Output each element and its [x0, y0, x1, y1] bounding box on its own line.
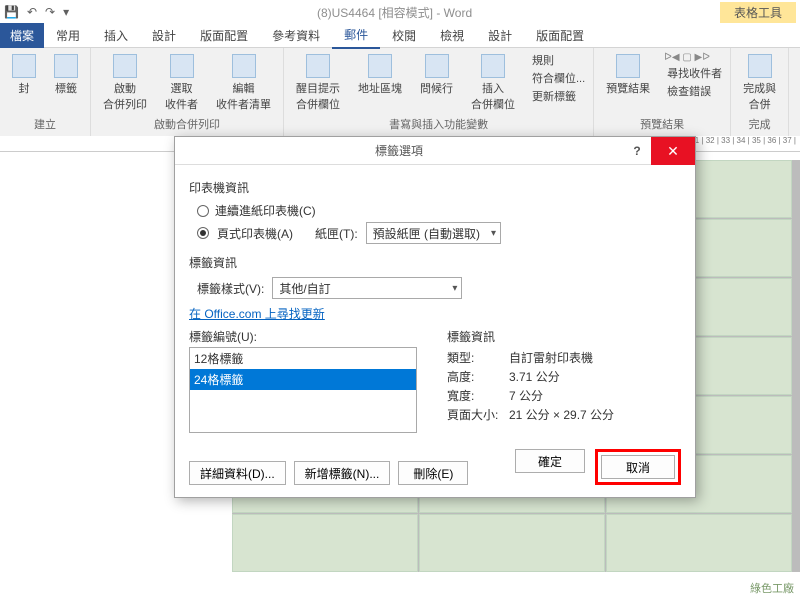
- radio-continuous-label: 連續進紙印表機(C): [215, 202, 316, 219]
- start-merge-button[interactable]: 啟動 合併列印: [99, 52, 151, 114]
- vendor-label: 標籤樣式(V):: [197, 280, 264, 297]
- tab-insert[interactable]: 插入: [92, 23, 140, 48]
- tab-references[interactable]: 參考資料: [260, 23, 332, 48]
- group-label: 書寫與插入功能變數: [389, 116, 488, 132]
- tab-mailings[interactable]: 郵件: [332, 22, 380, 49]
- quick-access-toolbar: 💾 ↶ ↷ ▾: [4, 5, 69, 19]
- dialog-titlebar[interactable]: 標籤選項 ? ✕: [175, 137, 695, 165]
- close-button[interactable]: ✕: [651, 137, 695, 165]
- radio-page-printer[interactable]: [197, 227, 209, 239]
- highlight-icon: [306, 54, 330, 78]
- group-label: 建立: [34, 116, 56, 132]
- highlight-fields-button[interactable]: 醒目提示 合併欄位: [292, 52, 344, 114]
- tab-view[interactable]: 檢視: [428, 23, 476, 48]
- product-number-label: 標籤編號(U):: [189, 328, 417, 345]
- nav-record-buttons[interactable]: ᐅ◀ ▢ ▶ᐅ: [664, 52, 722, 63]
- label-details-heading: 標籤資訊: [447, 328, 614, 345]
- list-item[interactable]: 12格標籤: [190, 348, 416, 369]
- labels-button[interactable]: 標籤: [50, 52, 82, 98]
- office-updates-link[interactable]: 在 Office.com 上尋找更新: [189, 307, 325, 321]
- ribbon: 封 標籤 建立 啟動 合併列印 選取 收件者 編輯 收件者清單 啟動合併列印 醒…: [0, 48, 800, 136]
- annotation-highlight: 取消: [595, 449, 681, 485]
- tab-design[interactable]: 設計: [140, 23, 188, 48]
- ribbon-tabs: 檔案 常用 插入 設計 版面配置 參考資料 郵件 校閱 檢視 設計 版面配置: [0, 24, 800, 48]
- ok-button[interactable]: 確定: [515, 449, 585, 473]
- label-icon: [54, 54, 78, 78]
- tab-table-design[interactable]: 設計: [476, 23, 524, 48]
- save-icon[interactable]: 💾: [4, 5, 19, 19]
- finish-merge-button[interactable]: 完成與 合併: [739, 52, 780, 114]
- label-cell[interactable]: [419, 514, 605, 572]
- group-label: 完成: [749, 116, 771, 132]
- check-errors-button[interactable]: 檢查錯誤: [664, 83, 722, 99]
- envelopes-button[interactable]: 封: [8, 52, 40, 98]
- tab-review[interactable]: 校閱: [380, 23, 428, 48]
- label-info-heading: 標籤資訊: [189, 254, 681, 271]
- ribbon-group-start-merge: 啟動 合併列印 選取 收件者 編輯 收件者清單 啟動合併列印: [91, 48, 284, 136]
- ribbon-group-preview: 預覽結果 ᐅ◀ ▢ ▶ᐅ 尋找收件者 檢查錯誤 預覽結果: [594, 48, 731, 136]
- envelope-icon: [12, 54, 36, 78]
- edit-recipients-button[interactable]: 編輯 收件者清單: [212, 52, 275, 114]
- chevron-down-icon[interactable]: ▾: [63, 5, 69, 19]
- match-fields-button[interactable]: 符合欄位...: [529, 70, 585, 86]
- label-cell[interactable]: [606, 514, 792, 572]
- preview-results-button[interactable]: 預覽結果: [602, 52, 654, 98]
- product-number-list[interactable]: 12格標籤 24格標籤: [189, 347, 417, 433]
- rules-button[interactable]: 規則: [529, 52, 585, 68]
- insert-field-button[interactable]: 插入 合併欄位: [467, 52, 519, 114]
- tab-table-layout[interactable]: 版面配置: [524, 23, 596, 48]
- update-labels-button[interactable]: 更新標籤: [529, 88, 585, 104]
- context-tab-table-tools: 表格工具: [720, 2, 796, 23]
- field-icon: [481, 54, 505, 78]
- edit-list-icon: [232, 54, 256, 78]
- group-label: 預覽結果: [640, 116, 684, 132]
- title-bar: 💾 ↶ ↷ ▾ (8)US4464 [相容模式] - Word 表格工具: [0, 0, 800, 24]
- address-icon: [368, 54, 392, 78]
- cancel-button[interactable]: 取消: [601, 455, 675, 479]
- list-item[interactable]: 24格標籤: [190, 369, 416, 390]
- radio-continuous-printer[interactable]: [197, 205, 209, 217]
- ribbon-group-create: 封 標籤 建立: [0, 48, 91, 136]
- printer-info-heading: 印表機資訊: [189, 179, 681, 196]
- label-details-grid: 類型:自訂雷射印表機 高度:3.71 公分 寬度:7 公分 頁面大小:21 公分…: [447, 349, 614, 423]
- address-block-button[interactable]: 地址區塊: [354, 52, 406, 98]
- tab-home[interactable]: 常用: [44, 23, 92, 48]
- ribbon-group-finish: 完成與 合併 完成: [731, 48, 789, 136]
- document-title: (8)US4464 [相容模式] - Word: [77, 4, 712, 21]
- preview-icon: [616, 54, 640, 78]
- select-recipients-button[interactable]: 選取 收件者: [161, 52, 202, 114]
- help-button[interactable]: ?: [623, 144, 651, 158]
- tab-layout[interactable]: 版面配置: [188, 23, 260, 48]
- group-label: 啟動合併列印: [154, 116, 220, 132]
- tab-file[interactable]: 檔案: [0, 23, 44, 48]
- delete-button[interactable]: 刪除(E): [398, 461, 468, 485]
- greeting-icon: [425, 54, 449, 78]
- greeting-line-button[interactable]: 問候行: [416, 52, 457, 98]
- vendor-select[interactable]: 其他/自訂: [272, 277, 462, 299]
- new-label-button[interactable]: 新增標籤(N)...: [294, 461, 391, 485]
- tray-select[interactable]: 預設紙匣 (自動選取): [366, 222, 501, 244]
- recipients-icon: [170, 54, 194, 78]
- radio-page-label: 頁式印表機(A): [217, 225, 293, 242]
- dialog-title-text: 標籤選項: [175, 142, 623, 159]
- label-options-dialog: 標籤選項 ? ✕ 印表機資訊 連續進紙印表機(C) 頁式印表機(A) 紙匣(T)…: [174, 136, 696, 498]
- details-button[interactable]: 詳細資料(D)...: [189, 461, 286, 485]
- finish-icon: [748, 54, 772, 78]
- watermark-text: 綠色工廠: [750, 580, 794, 596]
- label-cell[interactable]: [232, 514, 418, 572]
- undo-icon[interactable]: ↶: [27, 5, 37, 19]
- merge-icon: [113, 54, 137, 78]
- find-recipient-button[interactable]: 尋找收件者: [664, 65, 722, 81]
- redo-icon[interactable]: ↷: [45, 5, 55, 19]
- ribbon-group-write-fields: 醒目提示 合併欄位 地址區塊 問候行 插入 合併欄位 規則 符合欄位... 更新…: [284, 48, 594, 136]
- tray-label: 紙匣(T):: [315, 225, 358, 242]
